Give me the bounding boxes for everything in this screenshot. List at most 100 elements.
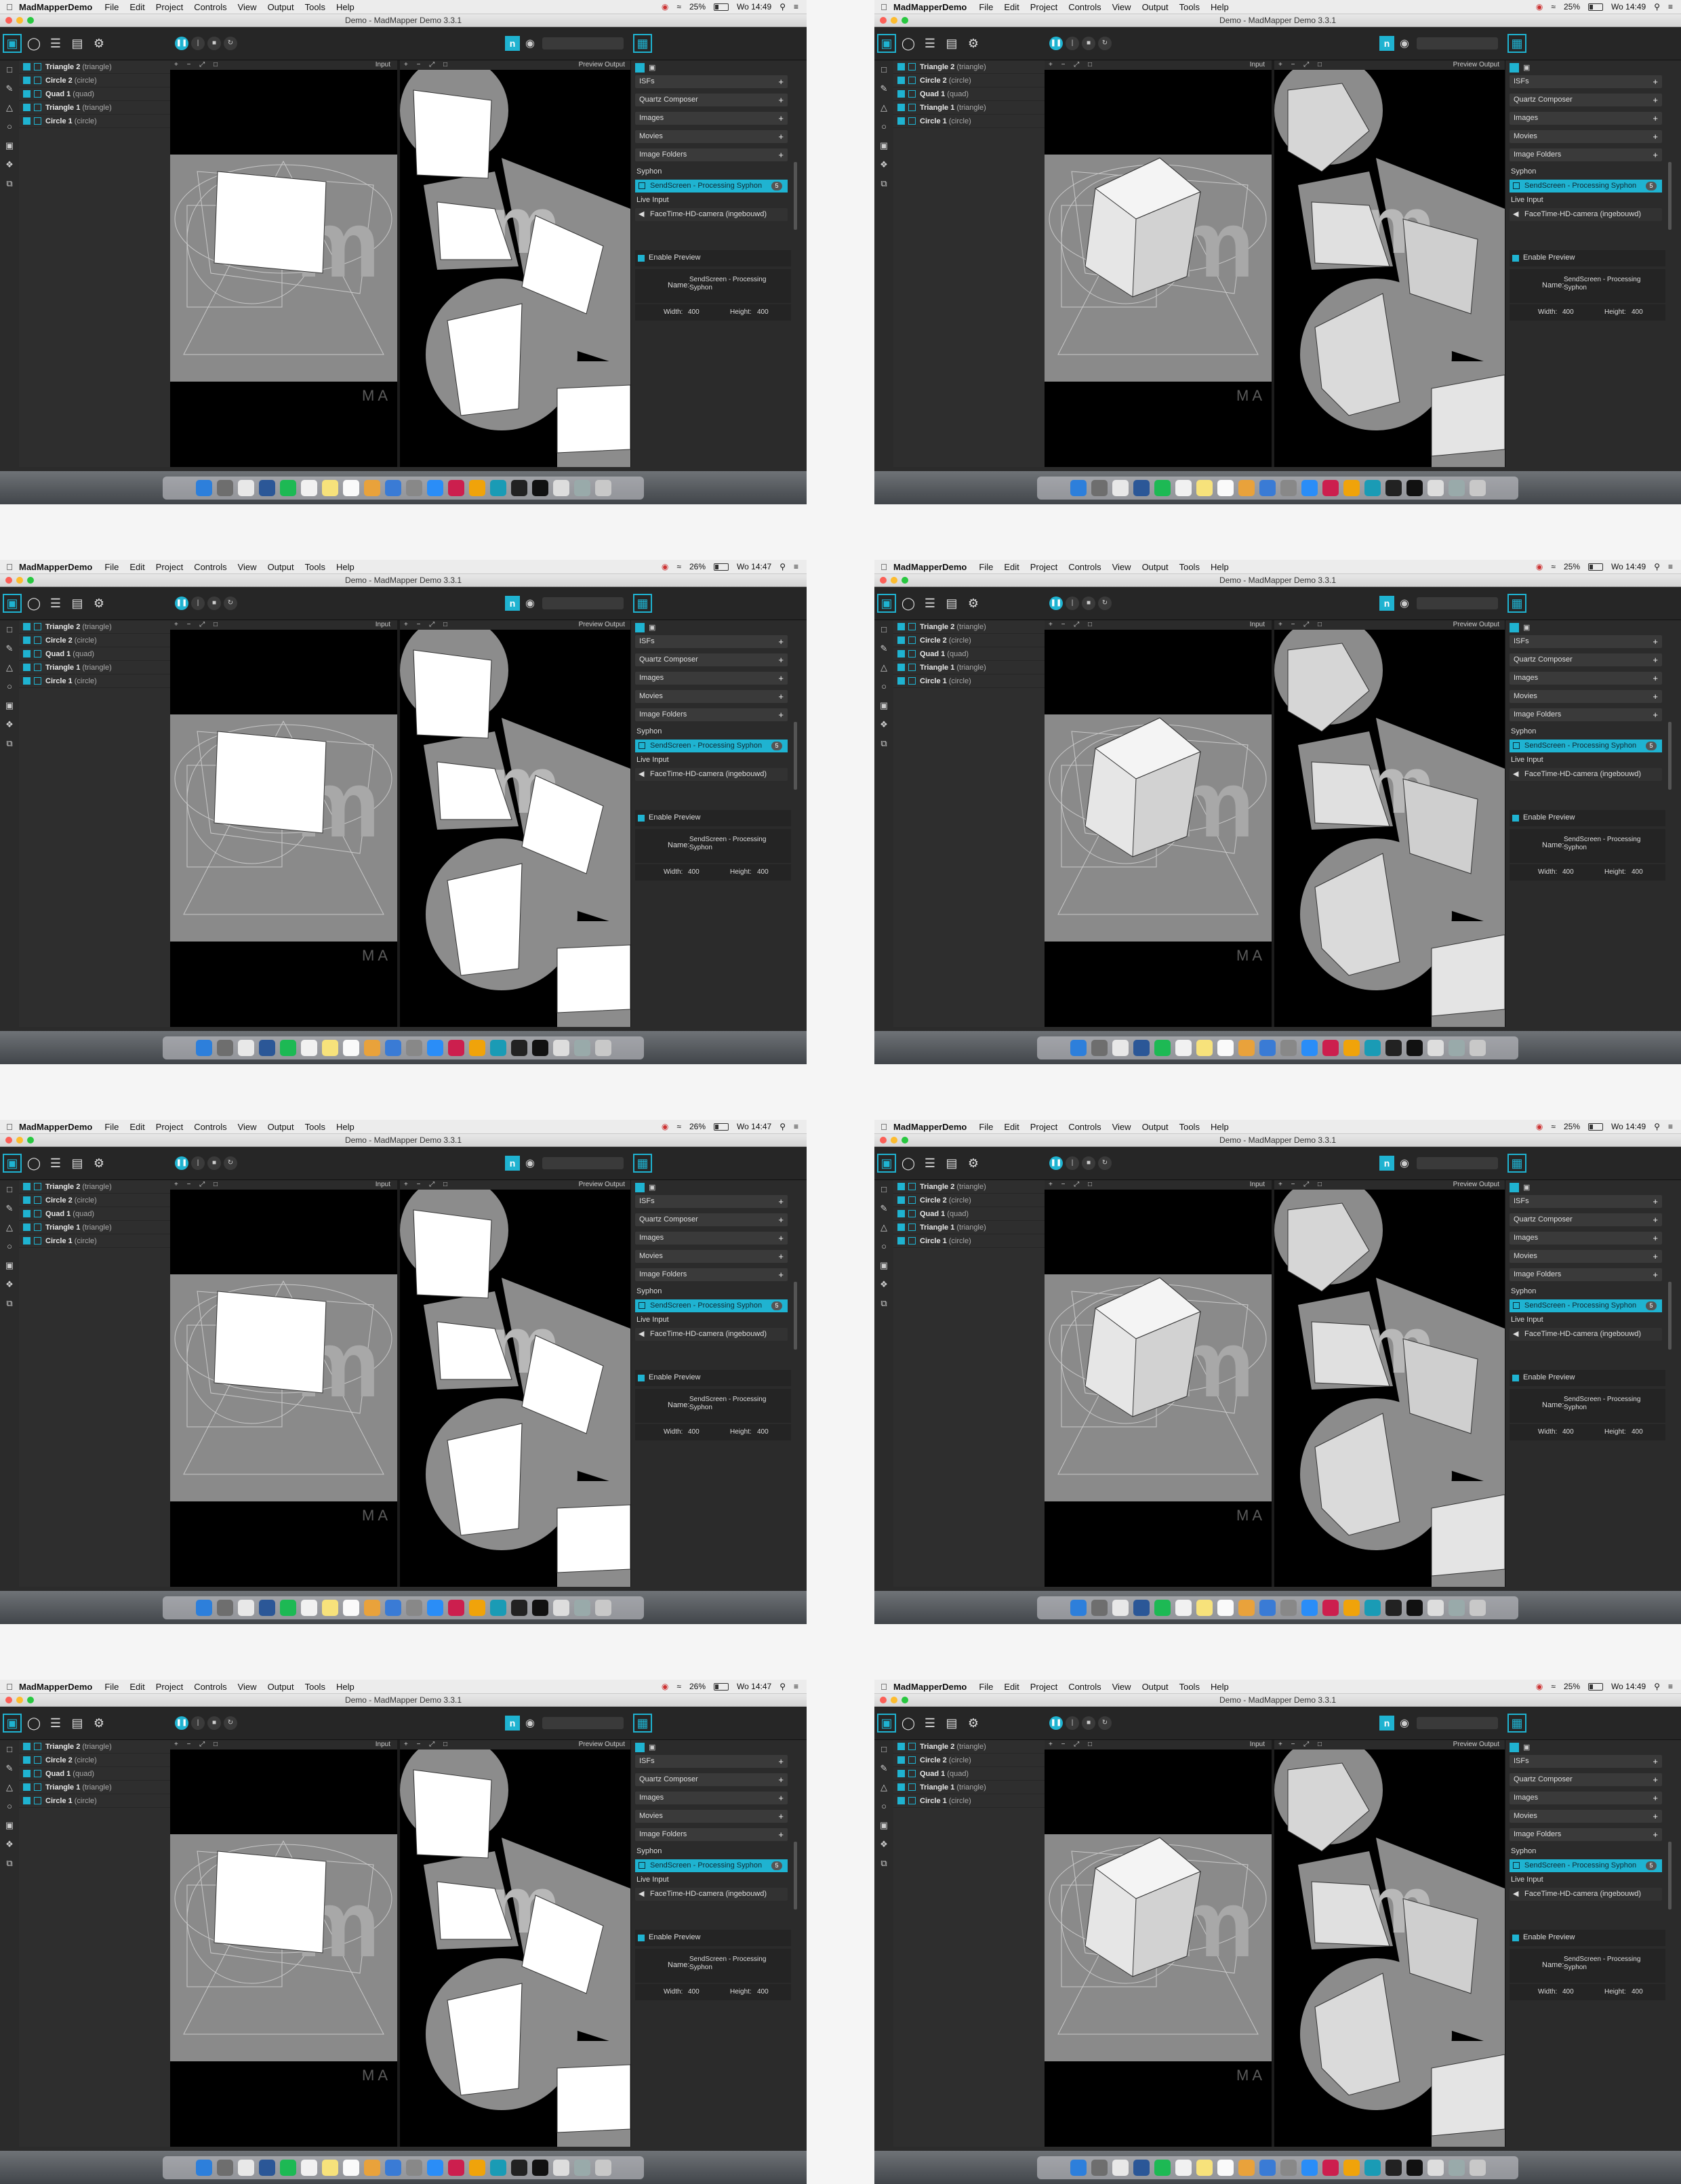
visibility-checkbox[interactable] [23,1183,31,1190]
close-button[interactable] [5,1137,12,1144]
zoom-in-icon[interactable]: + [1278,621,1282,628]
layer-item[interactable]: Circle 2 (circle) [893,1194,1045,1207]
layer-item[interactable]: Circle 1 (circle) [19,1794,170,1808]
app-store-icon[interactable] [384,1040,401,1056]
clock[interactable]: Wo 14:49 [1611,1122,1646,1131]
downloads-icon[interactable] [573,480,590,496]
library-icon[interactable]: ▦ [633,34,652,53]
preferences-icon[interactable] [1280,2160,1297,2176]
trash-icon[interactable] [594,480,611,496]
add-line-icon[interactable]: ✎ [874,1199,893,1218]
layer-item[interactable]: Quad 1 (quad) [19,1767,170,1781]
app-store-icon[interactable] [384,2160,401,2176]
visibility-checkbox[interactable] [897,650,905,658]
visibility-checkbox[interactable] [23,117,31,125]
eye-icon[interactable]: ◉ [525,1156,535,1170]
safari-icon[interactable] [1301,2160,1318,2176]
quicktime-icon[interactable] [531,1600,548,1616]
visibility-checkbox[interactable] [897,104,905,111]
calendar-icon[interactable] [1175,2160,1192,2176]
chrome-icon[interactable] [237,480,254,496]
reminders-icon[interactable] [1217,480,1234,496]
visibility-checkbox[interactable] [897,1224,905,1231]
launchpad-icon[interactable] [1091,1040,1108,1056]
app-menu[interactable]: MadMapperDemo [893,2,967,12]
loop-button[interactable]: ↻ [224,1716,237,1730]
menu-controls[interactable]: Controls [194,2,226,12]
isfs-row[interactable]: ISFs + [635,635,788,648]
surfaces-mode-icon[interactable]: ▣ [3,1154,22,1173]
visibility-checkbox[interactable] [897,1210,905,1217]
madmapper-icon[interactable] [1364,1600,1381,1616]
syphon-source-item[interactable]: SendScreen - Processing Syphon 5 [1510,1859,1662,1872]
enable-preview-row[interactable]: Enable Preview [635,1930,791,1946]
frame-icon[interactable]: □ [214,621,218,628]
battery-icon[interactable] [1588,1682,1604,1691]
enable-preview-checkbox[interactable] [638,1935,645,1941]
add-icon[interactable]: + [1653,690,1658,703]
images-row[interactable]: Images + [1510,1792,1662,1804]
madmapper-logo-icon[interactable]: n [505,36,520,51]
camera-source-item[interactable]: ◀ FaceTime-HD-camera (ingebouwd) [1510,1888,1662,1901]
output-canvas[interactable]: m [400,70,630,467]
add-group-icon[interactable]: ⧉ [874,734,893,753]
step-button[interactable]: | [191,1156,205,1170]
output-dropdown[interactable] [542,597,624,609]
list-icon[interactable]: ☰ [920,1714,939,1733]
visibility-checkbox[interactable] [23,1756,31,1764]
image-tab-icon[interactable]: ▣ [649,63,655,72]
zoom-out-icon[interactable]: − [417,61,421,68]
layer-item[interactable]: Triangle 2 (triangle) [893,1180,1045,1194]
add-icon[interactable]: + [1653,708,1658,721]
wifi-icon[interactable]: ≈ [676,562,681,571]
menu-project[interactable]: Project [156,1122,183,1132]
menu-output[interactable]: Output [268,562,294,572]
close-button[interactable] [880,1137,887,1144]
zoom-out-icon[interactable]: − [417,621,421,628]
zoom-button[interactable] [902,17,908,24]
visibility-checkbox[interactable] [23,1783,31,1791]
menu-project[interactable]: Project [1030,1122,1057,1132]
step-button[interactable]: | [191,596,205,610]
wifi-icon[interactable]: ≈ [676,1682,681,1691]
light-bulb-icon[interactable]: ◯ [899,594,918,613]
notes-icon[interactable] [1196,1040,1213,1056]
sources-tab-icon[interactable] [1510,623,1519,632]
dmx-icon[interactable]: ▤ [942,594,961,613]
menu-controls[interactable]: Controls [1068,1122,1101,1132]
frame-icon[interactable]: □ [1088,621,1092,628]
menu-project[interactable]: Project [156,2,183,12]
trash-icon[interactable] [594,1600,611,1616]
library-icon[interactable]: ▦ [633,1154,652,1173]
add-quad-icon[interactable]: □ [0,620,19,639]
word-icon[interactable] [1133,480,1150,496]
add-3d-icon[interactable]: ❖ [874,1835,893,1854]
menu-view[interactable]: View [238,562,257,572]
syphon-source-item[interactable]: SendScreen - Processing Syphon 5 [635,180,788,193]
add-icon[interactable]: + [778,130,784,143]
stop-button[interactable]: ■ [207,1156,221,1170]
add-icon[interactable]: + [1653,130,1658,143]
creative-cloud-icon[interactable]: ◉ [1536,1122,1543,1131]
eye-icon[interactable]: ◉ [1400,1156,1409,1170]
add-3d-icon[interactable]: ❖ [874,715,893,734]
output-canvas[interactable]: m [400,630,630,1027]
layer-item[interactable]: Triangle 1 (triangle) [19,661,170,674]
zoom-in-icon[interactable]: + [1278,1741,1282,1748]
menu-help[interactable]: Help [1211,562,1229,572]
layer-item[interactable]: Triangle 2 (triangle) [893,1740,1045,1754]
images-row[interactable]: Images + [635,672,788,685]
visibility-checkbox[interactable] [897,1196,905,1204]
sources-tab-icon[interactable] [635,1183,645,1192]
add-group-icon[interactable]: ⧉ [0,734,19,753]
movies-row[interactable]: Movies + [635,690,788,703]
processing-icon[interactable] [510,480,527,496]
images-row[interactable]: Images + [635,112,788,125]
add-icon[interactable]: + [1653,1828,1658,1841]
layer-item[interactable]: Quad 1 (quad) [19,87,170,101]
panel-scrollbar[interactable] [1668,722,1672,790]
app-menu[interactable]: MadMapperDemo [893,1682,967,1692]
stop-button[interactable]: ■ [207,1716,221,1730]
add-line-icon[interactable]: ✎ [0,639,19,658]
notes-icon[interactable] [1196,2160,1213,2176]
